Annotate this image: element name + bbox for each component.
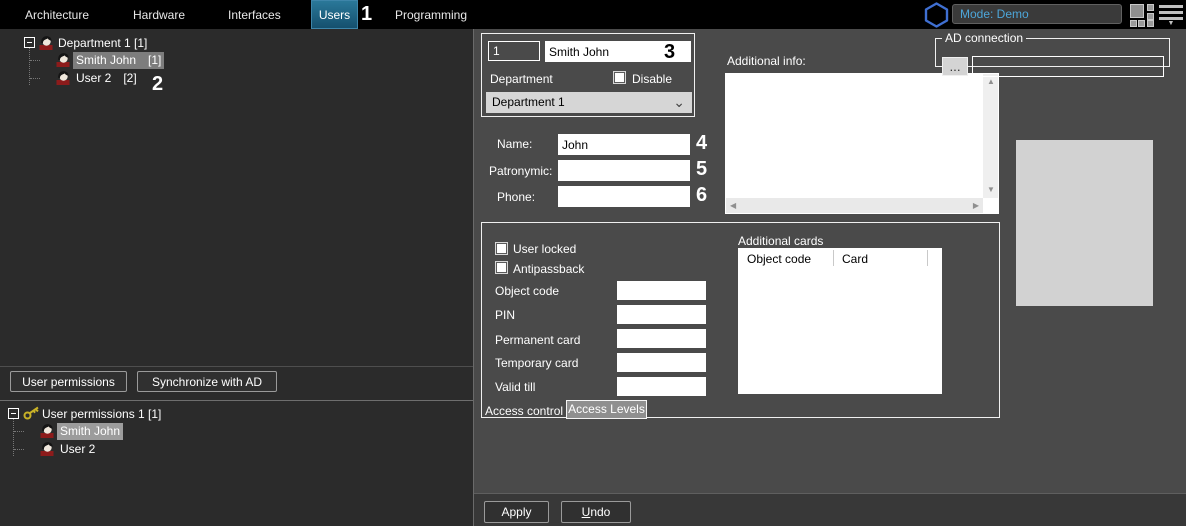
tree-item-label: User 2 [60,442,96,456]
nav-architecture[interactable]: Architecture [25,8,89,22]
vertical-scrollbar[interactable]: ▲ ▼ [983,74,998,198]
phone-field[interactable] [558,186,690,207]
temporary-card-label: Temporary card [495,356,579,370]
patronymic-field[interactable] [558,160,690,181]
scroll-down-icon[interactable]: ▼ [987,186,995,194]
name-field[interactable] [558,134,690,155]
synchronize-ad-button[interactable]: Synchronize with AD [137,371,277,392]
additional-info-textarea[interactable]: ▲ ▼ ◀ ▶ [725,73,999,214]
phone-label: Phone: [497,190,536,204]
department-label: Department [490,72,553,86]
tab-access-levels[interactable]: Access Levels [566,400,647,419]
annotation-1: 1 [361,3,373,25]
nav-users-active[interactable]: Users [311,0,358,29]
scroll-right-icon[interactable]: ▶ [973,202,979,210]
user-avatar-icon [39,36,53,50]
access-control-app: { "nav": { "items": ["Architecture", "Ha… [0,0,1186,526]
tree-item-label: User permissions 1 [1] [42,407,162,421]
additional-info-label: Additional info: [727,54,806,68]
footer-bar: Apply Undo [474,493,1186,526]
ad-browse-button[interactable]: ... [942,57,968,76]
identity-groupbox: 3 Department Disable Department 1 ⌄ [481,33,695,117]
annotation-6: 6 [696,184,708,206]
scroll-up-icon[interactable]: ▲ [987,78,995,86]
antipassback-checkbox[interactable] [495,261,508,274]
user-avatar-icon [56,71,70,85]
user-avatar-icon [40,424,54,438]
key-icon [23,406,39,420]
object-code-field[interactable] [617,281,706,300]
patronymic-label: Patronymic: [489,164,553,178]
permanent-card-label: Permanent card [495,333,581,347]
tree-item-label-selected: Smith John [1] [73,52,165,69]
nav-programming[interactable]: Programming [395,8,467,22]
object-code-label: Object code [495,284,560,298]
nav-interfaces[interactable]: Interfaces [228,8,281,22]
user-photo-placeholder[interactable] [1016,140,1153,306]
pin-label: PIN [495,308,516,322]
valid-till-label: Valid till [495,380,536,394]
tree-item-label: Department 1 [1] [58,36,148,50]
chevron-down-icon: ⌄ [673,94,685,110]
ad-connection-legend: AD connection [945,31,1024,45]
top-nav: Architecture Hardware Interfaces Users 1… [0,0,1186,29]
annotation-2: 2 [152,73,164,95]
user-avatar-icon [56,53,70,67]
user-id-field[interactable] [488,41,540,61]
name-label: Name: [497,137,533,151]
user-permissions-button[interactable]: User permissions [10,371,127,392]
annotation-4: 4 [696,132,708,154]
undo-button[interactable]: Undo [561,501,631,523]
collapse-minus-icon[interactable] [8,408,19,419]
tree-item-label-selected: Smith John [57,423,124,440]
menu-icon[interactable]: ▼ [1159,5,1183,27]
mode-field[interactable]: Mode: Demo [952,4,1122,24]
user-locked-checkbox[interactable] [495,242,508,255]
annotation-3: 3 [664,41,676,63]
user-avatar-icon [40,442,54,456]
temporary-card-field[interactable] [617,353,706,372]
left-panel: Department 1 [1] Smith John [1] 2 User 2[… [0,29,474,526]
layout-grid-icon[interactable] [1130,4,1155,27]
disable-checkbox[interactable] [613,71,626,84]
tree-item-label: User 2 [2] [76,71,137,85]
tab-access-control[interactable]: Access control [485,404,563,418]
disable-label: Disable [632,72,673,86]
annotation-5: 5 [696,158,708,180]
cards-col-object-code[interactable]: Object code [747,252,811,266]
nav-hardware[interactable]: Hardware [133,8,185,22]
antipassback-label: Antipassback [513,262,585,276]
pin-field[interactable] [617,305,706,324]
user-locked-label: User locked [513,242,577,256]
ad-connection-group: AD connection ... [935,31,1170,77]
apply-button[interactable]: Apply [484,501,549,523]
cards-col-card[interactable]: Card [842,252,868,266]
access-groupbox: User locked Antipassback Object code PIN… [481,222,1000,419]
scroll-left-icon[interactable]: ◀ [730,202,736,210]
menu-caret-icon: ▼ [1167,20,1175,27]
hexagon-logo-icon [924,2,949,28]
additional-cards-list[interactable]: Object code Card [738,248,942,394]
department-select[interactable]: Department 1 ⌄ [486,92,692,113]
collapse-minus-icon[interactable] [24,37,35,48]
valid-till-field[interactable] [617,377,706,396]
additional-cards-label: Additional cards [738,234,824,248]
horizontal-scrollbar[interactable]: ◀ ▶ [726,198,983,213]
permanent-card-field[interactable] [617,329,706,348]
ad-connection-field[interactable] [972,56,1164,77]
